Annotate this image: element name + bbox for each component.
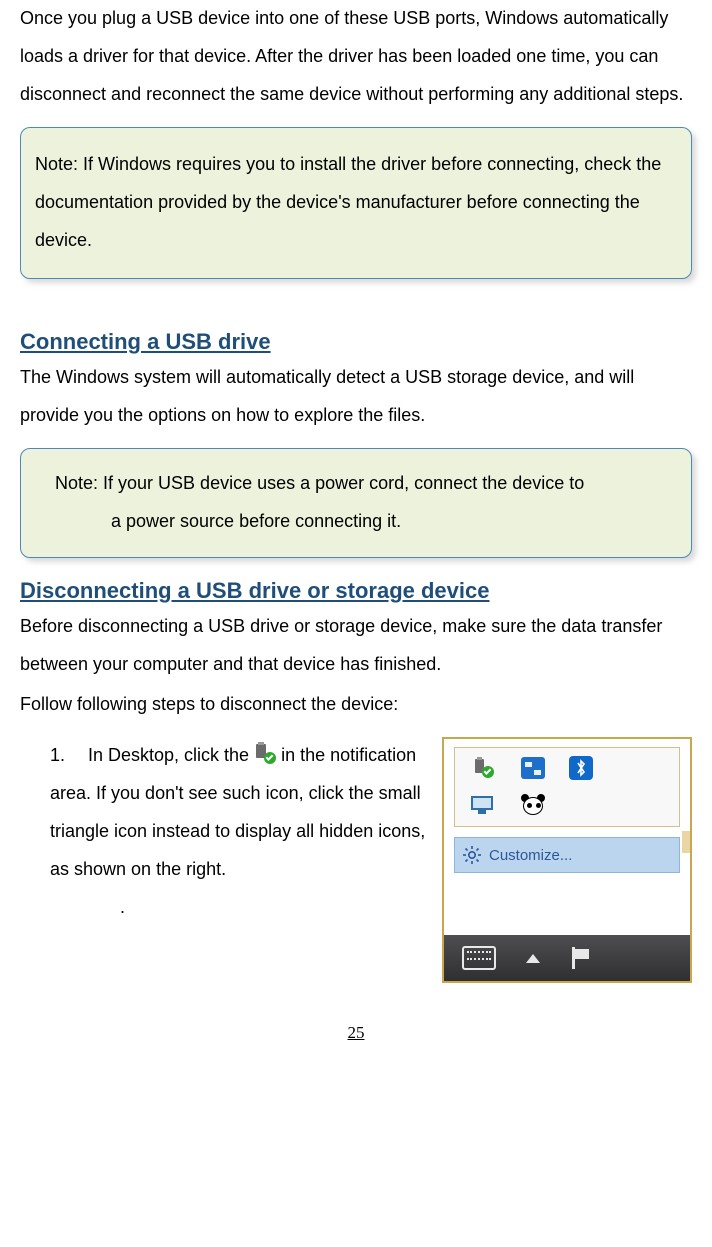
customize-label: Customize... (489, 847, 572, 864)
note2-line2: a power source before connecting it. (55, 503, 681, 541)
section2-body1: Before disconnecting a USB drive or stor… (20, 608, 692, 684)
safely-remove-hardware-tray-icon[interactable] (471, 756, 497, 780)
note-box-2: Note: If your USB device uses a power co… (20, 448, 692, 558)
touch-keyboard-icon[interactable] (462, 946, 496, 970)
language-tray-icon[interactable] (521, 757, 545, 779)
heading-disconnecting-usb: Disconnecting a USB drive or storage dev… (20, 578, 692, 604)
safely-remove-hardware-icon (254, 742, 276, 764)
app-tray-icon[interactable] (521, 794, 547, 818)
action-center-flag-icon[interactable] (570, 947, 592, 969)
note2-line1: Note: If your USB device uses a power co… (55, 465, 681, 503)
system-tray-screenshot: Customize... (442, 737, 692, 983)
partial-ui-edge (682, 831, 690, 853)
heading-connecting-usb: Connecting a USB drive (20, 329, 692, 355)
display-tray-icon[interactable] (471, 794, 497, 818)
section1-body: The Windows system will automatically de… (20, 359, 692, 435)
step-1-pre: In Desktop, click the (88, 745, 254, 765)
step-1-number: 1. (50, 737, 88, 775)
section2-body2: Follow following steps to disconnect the… (20, 686, 692, 724)
show-hidden-icons-triangle-icon[interactable] (526, 954, 540, 963)
page-number: 25 (20, 1023, 692, 1043)
gear-icon (463, 846, 481, 864)
step-1-row: 1.In Desktop, click the in the notificat… (20, 737, 692, 983)
step-1-trailing-dot: . (50, 889, 430, 927)
hidden-icons-panel (454, 747, 680, 827)
taskbar-strip (444, 935, 690, 981)
intro-paragraph: Once you plug a USB device into one of t… (20, 0, 692, 113)
note-box-1: Note: If Windows requires you to install… (20, 127, 692, 278)
step-1-post: in the notification area. If you don't s… (50, 745, 425, 878)
bluetooth-tray-icon[interactable] (569, 756, 595, 780)
step-1-text: 1.In Desktop, click the in the notificat… (20, 737, 430, 926)
customize-tray-button[interactable]: Customize... (454, 837, 680, 873)
